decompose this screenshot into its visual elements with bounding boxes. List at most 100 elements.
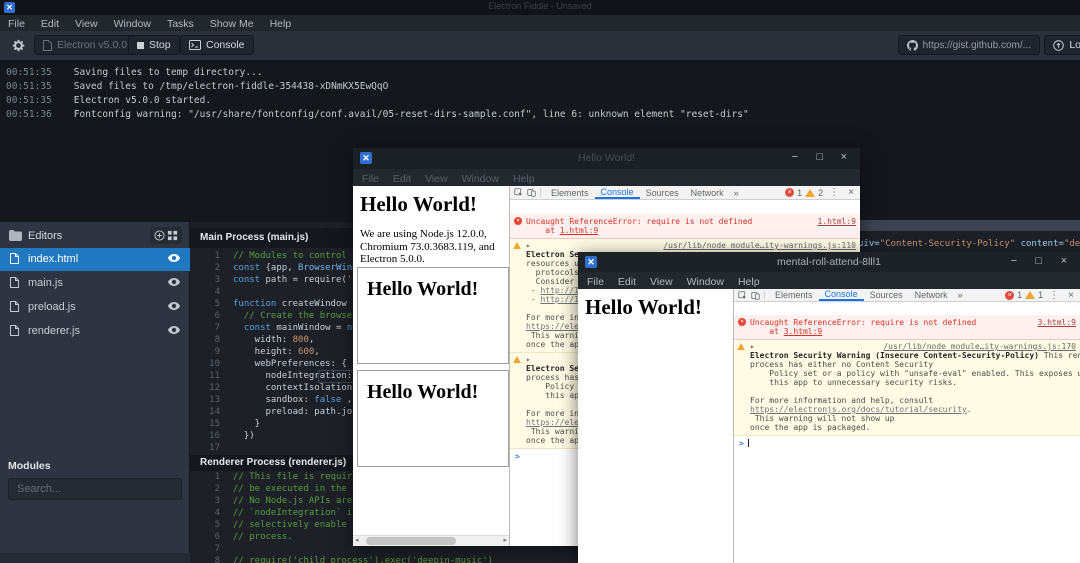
console-prompt[interactable]: > (734, 436, 1080, 448)
w2-devtools: ElementsConsoleSourcesNetwork»×11⋮× top … (733, 289, 1080, 563)
eye-icon[interactable] (168, 254, 180, 262)
w1-titlebar[interactable]: ✕ Hello World! − □ × (353, 148, 860, 169)
scrollbar-thumb[interactable] (366, 537, 456, 545)
layout-grid-button[interactable] (167, 230, 178, 241)
console-timestamp: 00:51:35 (6, 81, 52, 92)
menu-item-window[interactable]: Window (106, 16, 159, 32)
line-number: 1 (214, 472, 220, 482)
minimize-button[interactable]: − (1011, 255, 1017, 267)
expand-icon[interactable]: ▸ (750, 342, 755, 351)
more-tabs-icon[interactable]: » (730, 188, 743, 198)
error-source-link[interactable]: 1.html:9 (560, 226, 599, 235)
tab-sources[interactable]: Sources (640, 186, 685, 199)
menu-item-edit[interactable]: Edit (33, 16, 67, 32)
devtools-close-icon[interactable]: × (1065, 290, 1077, 301)
editors-header-label: Editors (28, 230, 63, 242)
sidebar-item-main-js[interactable]: main.js (0, 272, 190, 295)
device-toolbar-icon[interactable] (527, 188, 536, 197)
scroll-right-icon[interactable]: ▸ (503, 536, 507, 546)
w2-devtools-tabbar: Elements Console Sources Network» × 1 1 ⋮ × (734, 289, 1080, 302)
warning-count: 1 (1038, 290, 1044, 300)
mental-roll-attend-window: ✕ mental-roll-attend-8lll1 − □ × File Edi… (578, 252, 1080, 563)
tab-network[interactable]: Network (685, 186, 730, 199)
runtime-version-button[interactable]: Electron v5.0.0 (34, 35, 137, 55)
sidebar-item-index-html[interactable]: index.html (0, 248, 190, 271)
error-badge-icon: × (1005, 290, 1015, 300)
menu-item-show-me[interactable]: Show Me (202, 16, 262, 32)
error-badge-icon: × (785, 188, 795, 197)
sidebar: Editors index.html main.js preload.js rende… (0, 222, 190, 563)
w2-devtools-console[interactable]: × Uncaught ReferenceError: require is not… (734, 315, 1080, 448)
code-text: // selectively enable f (233, 520, 358, 530)
sidebar-item-renderer-js[interactable]: renderer.js (0, 320, 190, 343)
tab-console[interactable]: Console (818, 289, 864, 301)
error-icon: × (738, 318, 746, 326)
device-toolbar-icon[interactable] (751, 291, 760, 300)
menu-item-help[interactable]: Help (262, 16, 300, 32)
stop-button[interactable]: Stop (128, 35, 180, 55)
eye-icon[interactable] (168, 302, 180, 310)
expand-icon[interactable]: ▸ (526, 241, 531, 250)
tab-network[interactable]: Network (909, 289, 954, 301)
html-editor-fragment[interactable]: uiv="Content-Security-Policy" content="d… (858, 239, 1080, 249)
w2-titlebar[interactable]: ✕ mental-roll-attend-8lll1 − □ × (578, 252, 1080, 272)
console-line: 00:51:35 Electron v5.0.0 started. (0, 94, 1080, 108)
w2-title: mental-roll-attend-8lll1 (777, 256, 881, 268)
file-icon (10, 301, 19, 312)
code-text: // Create the browser (233, 311, 358, 321)
sidebar-item-preload-js[interactable]: preload.js (0, 296, 190, 319)
close-button[interactable]: × (1061, 255, 1067, 267)
fiddle-toolbar: Electron v5.0.0 Stop Console https://gis… (0, 31, 1080, 60)
frame-heading: Hello World! (367, 278, 479, 300)
maximize-button[interactable]: □ (816, 151, 823, 163)
inspect-element-icon[interactable] (734, 290, 751, 300)
tab-console[interactable]: Console (594, 186, 640, 199)
console-toggle-button[interactable]: Console (180, 35, 254, 55)
devtools-close-icon[interactable]: × (845, 187, 857, 198)
inspect-element-icon[interactable] (510, 188, 527, 197)
menu-item-file[interactable]: File (0, 16, 33, 32)
editors-header: Editors (0, 226, 190, 248)
warning-source-link[interactable]: /usr/lib/node_module…ity-warnings.js:170 (883, 342, 1076, 351)
console-error-message: × Uncaught ReferenceError: require is not… (510, 214, 860, 239)
maximize-button[interactable]: □ (1035, 255, 1042, 267)
w1-menubar: File Edit View Window Help (353, 169, 860, 186)
warning-source-link[interactable]: /usr/lib/node_module…ity-warnings.js:110 (663, 241, 856, 250)
line-number: 2 (214, 484, 220, 494)
fiddle-menubar: File Edit View Window Tasks Show Me Help (0, 15, 1080, 31)
gist-url-label: https://gist.github.com/... (922, 39, 1031, 51)
menu-item-view[interactable]: View (67, 16, 106, 32)
tab-elements[interactable]: Elements (769, 289, 819, 301)
minimize-button[interactable]: − (792, 151, 798, 163)
more-tabs-icon[interactable]: » (954, 290, 967, 300)
code-text: // require('child_process').exec('deepin… (233, 556, 494, 563)
gist-url-button[interactable]: https://gist.github.com/... (897, 35, 1040, 55)
devtools-menu-icon[interactable]: ⋮ (826, 187, 842, 198)
tab-sources[interactable]: Sources (864, 289, 909, 301)
eye-icon[interactable] (168, 278, 180, 286)
code-text: // Modules to control a (233, 251, 358, 261)
scroll-left-icon[interactable]: ◂ (355, 536, 359, 546)
error-source-link[interactable]: 3.html:9 (1037, 318, 1076, 327)
add-editor-button[interactable] (154, 230, 165, 241)
module-search-input[interactable] (8, 478, 182, 500)
close-button[interactable]: × (841, 151, 847, 163)
horizontal-scrollbar[interactable]: ◂ ▸ (353, 535, 509, 546)
error-count: 1 (1017, 290, 1023, 300)
line-number: 10 (209, 359, 220, 369)
warning-icon (513, 356, 521, 363)
expand-icon[interactable]: ▸ (526, 355, 531, 364)
devtools-menu-icon[interactable]: ⋮ (1046, 290, 1062, 301)
eye-icon[interactable] (168, 326, 180, 334)
menu-item-tasks[interactable]: Tasks (159, 16, 202, 32)
console-error-message: × Uncaught ReferenceError: require is not… (734, 315, 1080, 340)
w1-devtools-tabbar: Elements Console Sources Network» × 1 2 ⋮ × (510, 186, 860, 200)
frame-heading: Hello World! (367, 381, 479, 403)
load-fiddle-button[interactable]: Lo (1044, 35, 1080, 55)
error-source-link[interactable]: 3.html:9 (784, 327, 823, 336)
w2-menubar: File Edit View Window Help (578, 272, 1080, 289)
tab-elements[interactable]: Elements (545, 186, 595, 199)
settings-button[interactable] (6, 35, 30, 55)
error-source-link[interactable]: 1.html:9 (817, 217, 856, 226)
console-message: Electron v5.0.0 started. (73, 95, 212, 106)
